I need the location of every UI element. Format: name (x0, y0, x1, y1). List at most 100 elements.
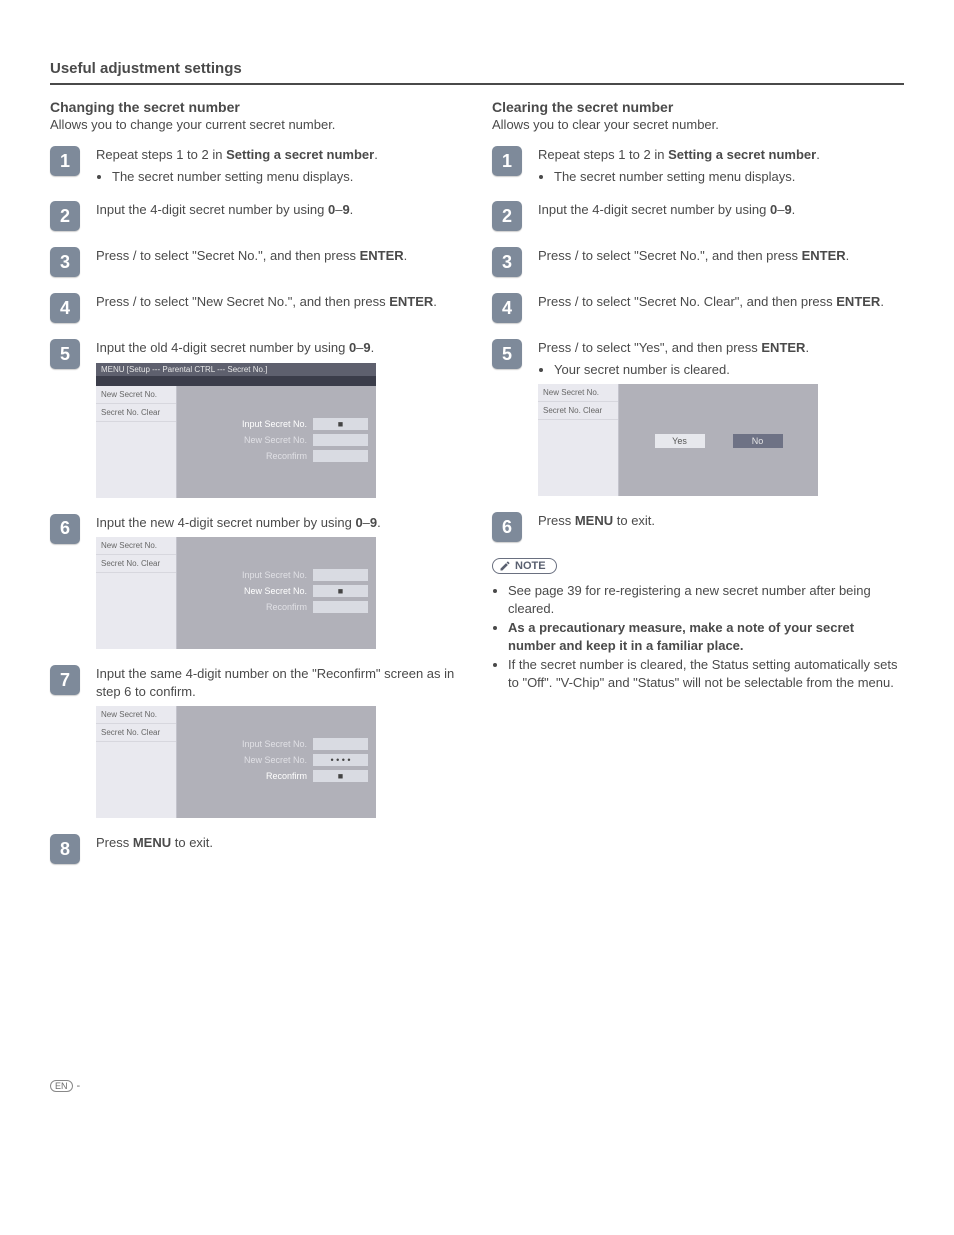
step-number-badge: 5 (492, 339, 522, 369)
footer-dash: - (77, 1080, 81, 1092)
step-number-badge: 4 (50, 293, 80, 323)
step-body: Input the 4-digit secret number by using… (96, 201, 462, 231)
osd-field-active: ■ (313, 770, 368, 782)
osd-no-button: No (733, 434, 783, 448)
osd-body: New Secret No. Secret No. Clear Input Se… (96, 386, 376, 498)
osd-sidebar-item: New Secret No. (96, 706, 176, 724)
step-body: Press / to select "Secret No.", and then… (538, 247, 904, 277)
step-body: Press MENU to exit. (538, 512, 904, 542)
left-step-1: 1 Repeat steps 1 to 2 in Setting a secre… (50, 146, 462, 185)
osd-strip (96, 376, 376, 386)
step-text: Repeat steps 1 to 2 in Setting a secret … (538, 146, 904, 164)
step-text: Repeat steps 1 to 2 in Setting a secret … (96, 146, 462, 164)
step-number-badge: 1 (50, 146, 80, 176)
osd-field (313, 450, 368, 462)
left-sub: Allows you to change your current secret… (50, 117, 462, 132)
left-step-2: 2 Input the 4-digit secret number by usi… (50, 201, 462, 231)
osd-row: Input Secret No. (185, 738, 368, 750)
osd-sidebar-item: Secret No. Clear (96, 724, 176, 742)
step-number-badge: 7 (50, 665, 80, 695)
left-step-7: 7 Input the same 4-digit number on the "… (50, 665, 462, 818)
step-body: Input the same 4-digit number on the "Re… (96, 665, 462, 818)
step-number-badge: 2 (50, 201, 80, 231)
left-heading: Changing the secret number (50, 99, 462, 115)
osd-body: New Secret No. Secret No. Clear Input Se… (96, 706, 376, 818)
right-step-5: 5 Press / to select "Yes", and then pres… (492, 339, 904, 496)
note-item: See page 39 for re-registering a new sec… (508, 582, 904, 617)
step-number-badge: 6 (492, 512, 522, 542)
osd-yesno: Yes No (627, 434, 810, 448)
step-number-badge: 8 (50, 834, 80, 864)
step-text: Press / to select "Secret No.", and then… (538, 247, 904, 265)
pencil-icon (499, 560, 511, 572)
osd-yes-button: Yes (655, 434, 705, 448)
right-step-4: 4 Press / to select "Secret No. Clear", … (492, 293, 904, 323)
osd-body: New Secret No. Secret No. Clear Yes No (538, 384, 818, 496)
right-step-6: 6 Press MENU to exit. (492, 512, 904, 542)
page-footer: EN - (50, 1080, 904, 1092)
step-body: Press / to select "Secret No. Clear", an… (538, 293, 904, 323)
step-text: Press / to select "Secret No. Clear", an… (538, 293, 904, 311)
step-number-badge: 1 (492, 146, 522, 176)
step-bullet: The secret number setting menu displays. (112, 168, 462, 186)
step-text: Input the same 4-digit number on the "Re… (96, 665, 462, 700)
content-columns: Changing the secret number Allows you to… (50, 99, 904, 880)
osd-panel: Input Secret No. New Secret No.• • • • R… (177, 706, 376, 818)
osd-panel: Input Secret No.■ New Secret No. Reconfi… (177, 386, 376, 498)
step-text: Press / to select "Secret No.", and then… (96, 247, 462, 265)
right-step-3: 3 Press / to select "Secret No.", and th… (492, 247, 904, 277)
right-sub: Allows you to clear your secret number. (492, 117, 904, 132)
osd-field (313, 601, 368, 613)
osd-row: Reconfirm■ (185, 770, 368, 782)
step-text: Press MENU to exit. (96, 834, 462, 852)
note-item: As a precautionary measure, make a note … (508, 619, 904, 654)
osd-mockup-new: New Secret No. Secret No. Clear Input Se… (96, 537, 376, 649)
osd-sidebar: New Secret No. Secret No. Clear (96, 386, 177, 498)
left-step-3: 3 Press / to select "Secret No.", and th… (50, 247, 462, 277)
left-step-6: 6 Input the new 4-digit secret number by… (50, 514, 462, 650)
step-number-badge: 3 (492, 247, 522, 277)
osd-field: • • • • (313, 754, 368, 766)
osd-row: Input Secret No.■ (185, 418, 368, 430)
osd-sidebar-item: Secret No. Clear (96, 404, 176, 422)
left-column: Changing the secret number Allows you to… (50, 99, 462, 880)
osd-panel: Input Secret No. New Secret No.■ Reconfi… (177, 537, 376, 649)
step-text: Input the 4-digit secret number by using… (96, 201, 462, 219)
note-badge: NOTE (492, 558, 557, 574)
step-number-badge: 5 (50, 339, 80, 369)
osd-sidebar: New Secret No. Secret No. Clear (96, 706, 177, 818)
lang-badge: EN (50, 1080, 73, 1092)
step-number-badge: 6 (50, 514, 80, 544)
osd-body: New Secret No. Secret No. Clear Input Se… (96, 537, 376, 649)
left-step-5: 5 Input the old 4-digit secret number by… (50, 339, 462, 498)
right-step-2: 2 Input the 4-digit secret number by usi… (492, 201, 904, 231)
osd-mockup-reconfirm: New Secret No. Secret No. Clear Input Se… (96, 706, 376, 818)
osd-sidebar-item: Secret No. Clear (538, 402, 618, 420)
step-body: Repeat steps 1 to 2 in Setting a secret … (538, 146, 904, 185)
osd-sidebar: New Secret No. Secret No. Clear (538, 384, 619, 496)
osd-field (313, 738, 368, 750)
osd-sidebar-item: New Secret No. (96, 537, 176, 555)
osd-sidebar-item: New Secret No. (538, 384, 618, 402)
step-body: Repeat steps 1 to 2 in Setting a secret … (96, 146, 462, 185)
step-number-badge: 4 (492, 293, 522, 323)
osd-row: Input Secret No. (185, 569, 368, 581)
osd-breadcrumb: MENU [Setup --- Parental CTRL --- Secret… (96, 363, 376, 376)
osd-field (313, 434, 368, 446)
step-bullet: The secret number setting menu displays. (554, 168, 904, 186)
osd-sidebar-item: New Secret No. (96, 386, 176, 404)
step-body: Input the new 4-digit secret number by u… (96, 514, 462, 650)
right-column: Clearing the secret number Allows you to… (492, 99, 904, 880)
step-body: Input the 4-digit secret number by using… (538, 201, 904, 231)
right-step-1: 1 Repeat steps 1 to 2 in Setting a secre… (492, 146, 904, 185)
step-number-badge: 2 (492, 201, 522, 231)
left-step-8: 8 Press MENU to exit. (50, 834, 462, 864)
step-body: Press / to select "Yes", and then press … (538, 339, 904, 496)
osd-row: Reconfirm (185, 601, 368, 613)
step-text: Input the old 4-digit secret number by u… (96, 339, 462, 357)
osd-panel: Yes No (619, 384, 818, 496)
step-text: Press MENU to exit. (538, 512, 904, 530)
osd-row: New Secret No.• • • • (185, 754, 368, 766)
step-body: Input the old 4-digit secret number by u… (96, 339, 462, 498)
osd-field (313, 569, 368, 581)
